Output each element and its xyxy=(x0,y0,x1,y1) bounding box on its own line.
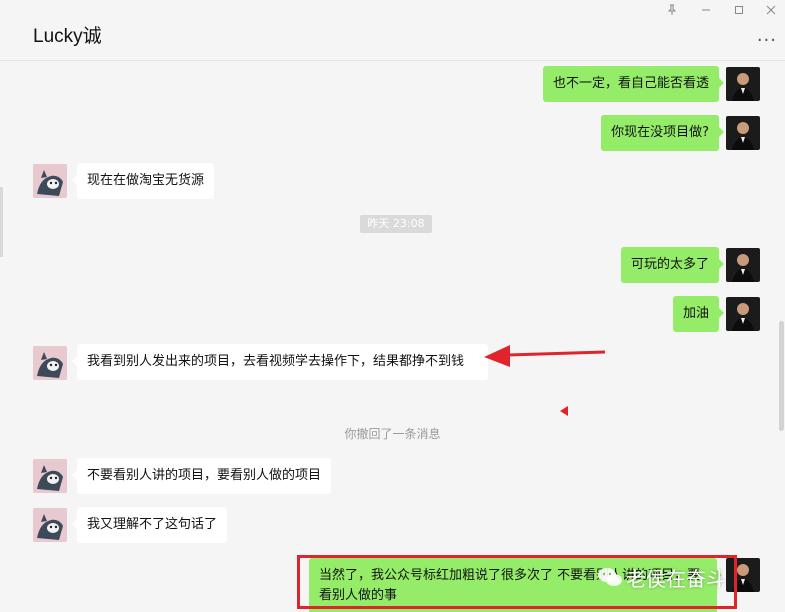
chat-title: Lucky诚 xyxy=(33,26,102,47)
scrollbar[interactable] xyxy=(779,321,784,431)
message-bubble[interactable]: 可玩的太多了 xyxy=(620,247,725,283)
contact-avatar[interactable] xyxy=(33,164,67,198)
close-icon[interactable] xyxy=(765,4,777,19)
message-bubble[interactable]: 加油 xyxy=(672,296,725,332)
message-bubble[interactable]: 我看到别人发出来的项目，去看视频学去操作下，结果都挣不到钱 xyxy=(72,344,488,380)
wechat-logo-icon xyxy=(598,568,622,586)
timestamp: 昨天 23:08 xyxy=(360,215,432,233)
chat-header: Lucky诚 ··· xyxy=(0,0,785,61)
message-bubble[interactable]: 也不一定，看自己能否看透 xyxy=(542,66,725,102)
watermark-text: 老侯在奋斗 xyxy=(626,567,726,591)
contact-avatar[interactable] xyxy=(33,459,67,493)
window-edge xyxy=(0,187,3,257)
message-bubble[interactable]: 不要看别人讲的项目，要看别人做的项目 xyxy=(71,458,332,494)
system-notice: 你撤回了一条消息 xyxy=(344,427,441,441)
pin-icon[interactable] xyxy=(666,4,678,19)
contact-avatar[interactable] xyxy=(33,508,67,542)
minimize-icon[interactable] xyxy=(700,4,712,19)
annotation-arrow-icon xyxy=(484,345,606,416)
my-avatar[interactable] xyxy=(726,67,760,101)
my-avatar[interactable] xyxy=(726,116,760,150)
message-bubble[interactable]: 我又理解不了这句话了 xyxy=(71,507,228,543)
message-bubble[interactable]: 现在在做淘宝无货源 xyxy=(71,163,215,199)
chat-area[interactable]: 也不一定，看自己能否看透 你现在没项目做? 现在在做淘宝无货源 昨天 23:08… xyxy=(0,61,785,612)
maximize-icon[interactable] xyxy=(733,4,745,19)
contact-avatar[interactable] xyxy=(33,346,67,380)
my-avatar[interactable] xyxy=(726,248,760,282)
my-avatar[interactable] xyxy=(726,297,760,331)
message-bubble[interactable]: 你现在没项目做? xyxy=(601,115,724,151)
more-icon[interactable]: ··· xyxy=(757,30,777,51)
